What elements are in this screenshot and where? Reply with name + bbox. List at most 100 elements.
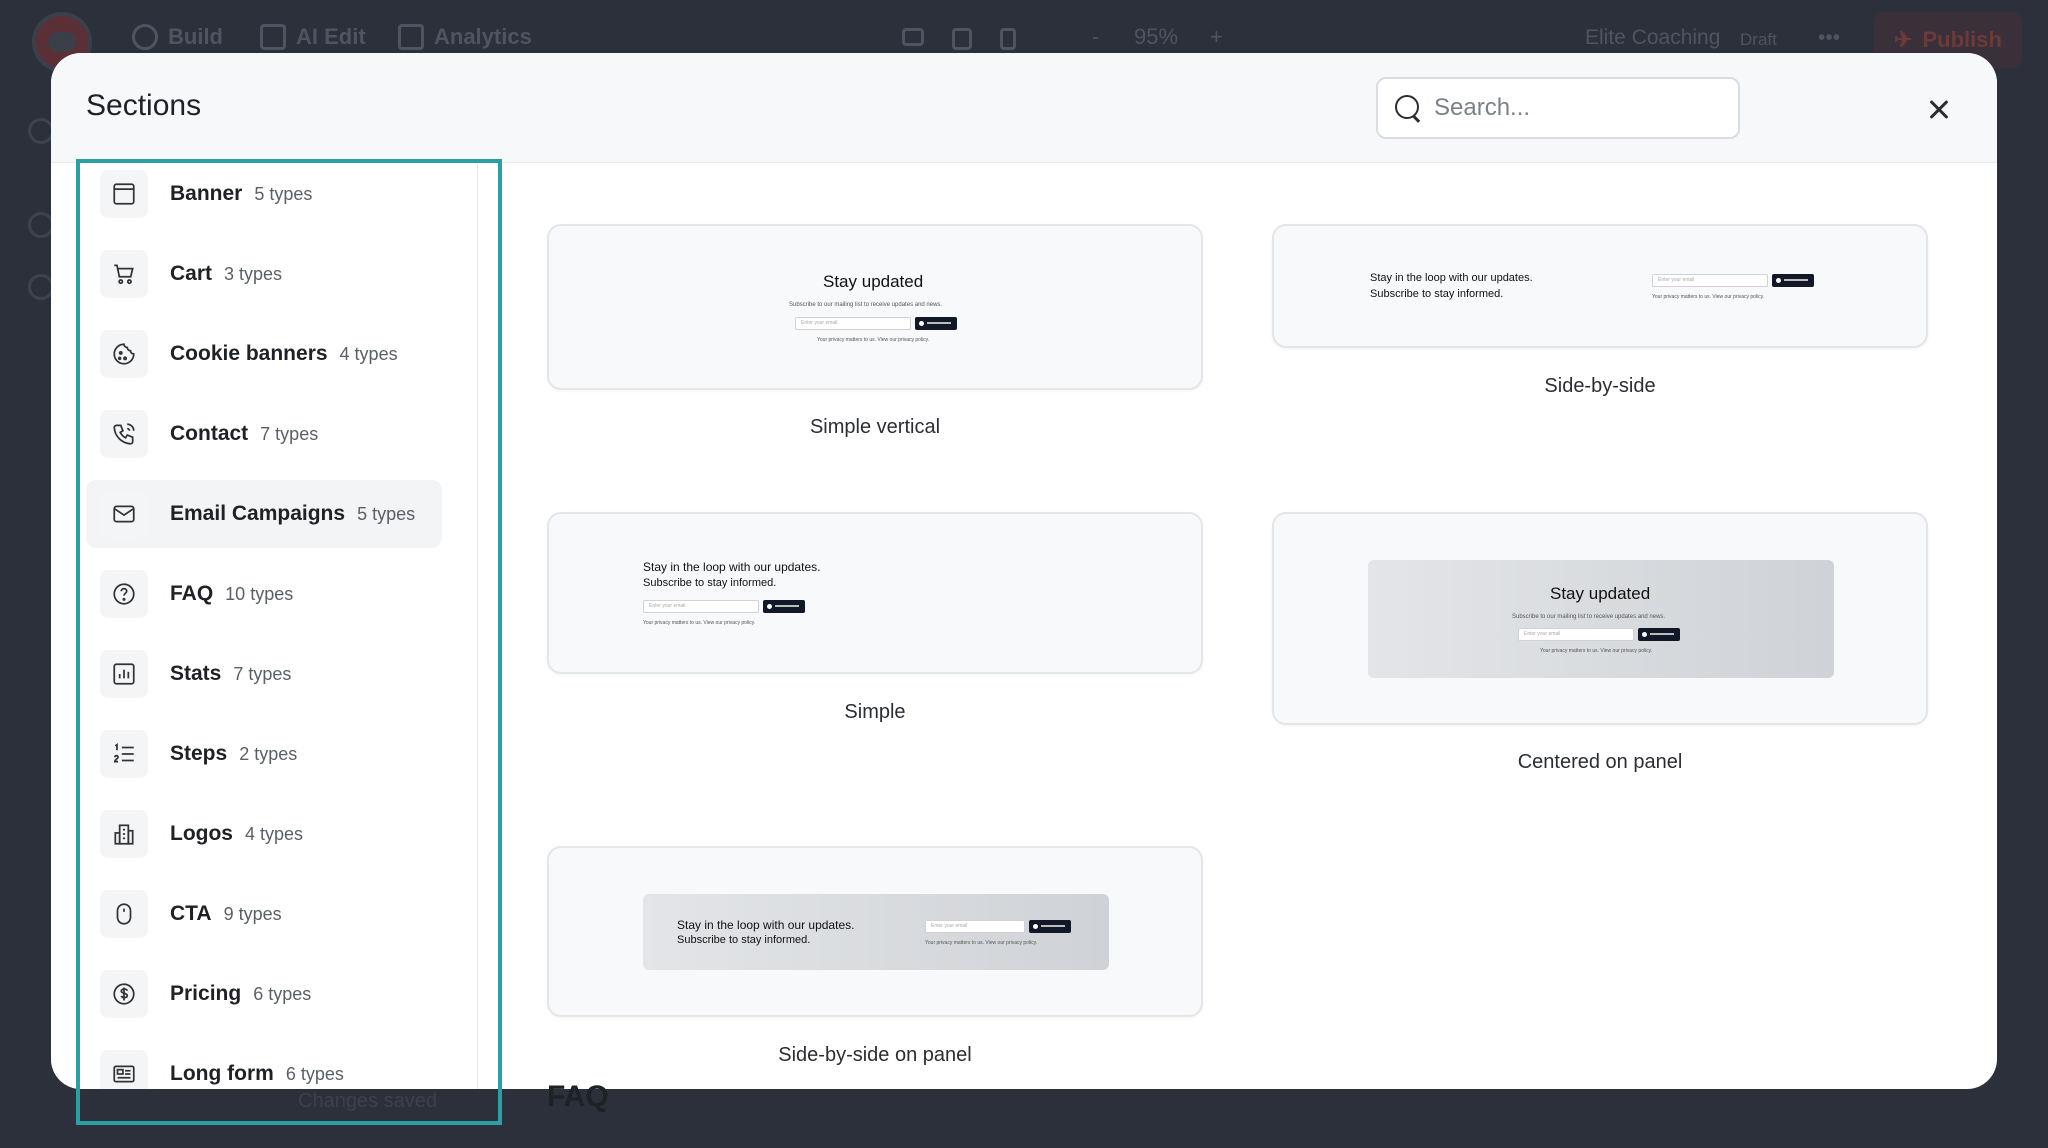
sidebar-item-email-campaigns[interactable]: Email Campaigns 5 types [86,480,442,548]
bar-chart-icon [398,24,424,50]
sidebar-item-label: Long form [170,1062,274,1085]
magic-wand-icon [260,24,286,50]
template-card-simple-vertical[interactable]: Stay updated Subscribe to our mailing li… [547,224,1203,390]
sidebar-item-steps[interactable]: Steps 2 types [86,720,442,788]
template-card-centered-on-panel[interactable]: Stay updated Subscribe to our mailing li… [1272,512,1928,725]
preview-email-input: Enter your email [643,600,759,613]
preview-subscribe-button [915,317,957,330]
preview-title-2: Subscribe to stay informed. [1370,288,1504,300]
preview-text: Subscribe to our mailing list to receive… [789,302,943,308]
template-label: Side-by-side [1544,375,1656,397]
search-box[interactable] [1376,77,1740,139]
zoom-out-button[interactable]: - [1092,24,1099,50]
sidebar-item-label: Email Campaigns [170,502,346,525]
sidebar-item-count: 4 types [339,343,398,364]
sidebar-item-count: 7 types [233,663,292,684]
publish-label: Publish [1922,27,2002,52]
sidebar-item-banner[interactable]: Banner 5 types [86,164,442,228]
sidebar-item-label: Steps [170,742,228,765]
preview-text: Subscribe to our mailing list to receive… [1512,614,1666,620]
zoom-in-button[interactable]: + [1210,24,1223,50]
preview-email-input: Enter your email [1518,628,1634,641]
preview-email-input: Enter your email [1652,274,1768,287]
preview-title: Stay updated [823,272,924,291]
more-menu-button[interactable]: ••• [1818,26,1840,50]
globe-icon [132,24,158,50]
preview-subscribe-button [1772,274,1814,287]
sidebar-item-label: Banner [170,182,243,205]
preview-subscribe-button [1029,920,1071,933]
search-input[interactable] [1434,94,1724,122]
preview-title: Stay updated [1550,584,1651,603]
site-name: Elite Coaching [1585,26,1721,49]
nav-analytics[interactable]: Analytics [398,24,532,50]
dollar-icon [100,970,148,1018]
sidebar-item-label: Pricing [170,982,242,1005]
mouse-icon [100,890,148,938]
desktop-view-icon[interactable] [902,28,924,46]
long-form-icon [100,1050,148,1089]
close-button[interactable] [1921,91,1957,127]
question-icon [100,570,148,618]
search-icon [1394,94,1422,122]
nav-ai-edit[interactable]: AI Edit [260,24,366,50]
template-label: Simple [844,701,906,723]
sidebar-item-label: Contact [170,422,249,445]
nav-ai-edit-label: AI Edit [296,24,366,49]
sidebar-item-count: 3 types [224,263,283,284]
preview-note: Your privacy matters to us. View our pri… [1652,294,1765,300]
sidebar-item-count: 9 types [223,903,282,924]
mobile-view-icon[interactable] [1000,28,1016,50]
preview-title: Stay in the loop with our updates. [643,560,821,574]
sidebar-item-count: 5 types [254,183,313,204]
template-card-simple[interactable]: Stay in the loop with our updates. Subsc… [547,512,1203,674]
section-category-list: Banner 5 types Cart 3 types Cookie banne… [51,164,478,1089]
sidebar-item-faq[interactable]: FAQ 10 types [86,560,442,628]
sidebar-item-label: CTA [170,902,212,925]
sidebar-item-count: 4 types [245,823,304,844]
sidebar-item-logos[interactable]: Logos 4 types [86,800,442,868]
sidebar-item-stats[interactable]: Stats 7 types [86,640,442,708]
draft-badge: Draft [1740,30,1777,49]
preview-subscribe-button [1638,628,1680,641]
rocket-icon: ✈ [1894,27,1913,52]
sidebar-item-count: 10 types [225,583,294,604]
list-ordered-icon [100,730,148,778]
sidebar-item-count: 6 types [253,983,312,1004]
mail-icon [100,490,148,538]
preview-note: Your privacy matters to us. View our pri… [643,620,756,626]
cart-icon [100,250,148,298]
sidebar-item-count: 2 types [239,743,298,764]
preview-title: Stay in the loop with our updates. [677,918,855,932]
sidebar-item-count: 7 types [260,423,319,444]
building-icon [100,810,148,858]
modal-header: Sections [51,53,1997,163]
preview-note: Your privacy matters to us. View our pri… [925,940,1038,946]
sidebar-item-cookie-banners[interactable]: Cookie banners 4 types [86,320,442,388]
zoom-level: 95% [1134,24,1179,49]
preview-title: Stay in the loop with our updates. [1370,272,1533,284]
sidebar-item-cta[interactable]: CTA 9 types [86,880,442,948]
tablet-view-icon[interactable] [952,28,972,50]
sidebar-item-label: Cart [170,262,213,285]
sidebar-item-cart[interactable]: Cart 3 types [86,240,442,308]
sidebar-item-contact[interactable]: Contact 7 types [86,400,442,468]
sidebar-item-pricing[interactable]: Pricing 6 types [86,960,442,1028]
preview-note: Your privacy matters to us. View our pri… [1540,648,1653,654]
template-label: Simple vertical [809,416,941,438]
nav-build-label: Build [168,24,223,49]
sidebar-item-label: Stats [170,662,222,685]
phone-icon [100,410,148,458]
sidebar-item-label: FAQ [170,582,214,605]
template-label: Centered on panel [1517,751,1683,773]
preview-note: Your privacy matters to us. View our pri… [817,337,930,343]
template-card-side-by-side-on-panel[interactable]: Stay in the loop with our updates. Subsc… [547,846,1203,1017]
preview-title-2: Subscribe to stay informed. [643,577,777,589]
stats-icon [100,650,148,698]
template-card-side-by-side[interactable]: Stay in the loop with our updates. Subsc… [1272,224,1928,348]
template-label: Side-by-side on panel [778,1044,972,1066]
preview-email-input: Enter your email [925,920,1025,933]
nav-build[interactable]: Build [132,24,223,50]
sidebar-item-long-form[interactable]: Long form 6 types [86,1040,442,1089]
sidebar-item-label: Cookie banners [170,342,328,365]
